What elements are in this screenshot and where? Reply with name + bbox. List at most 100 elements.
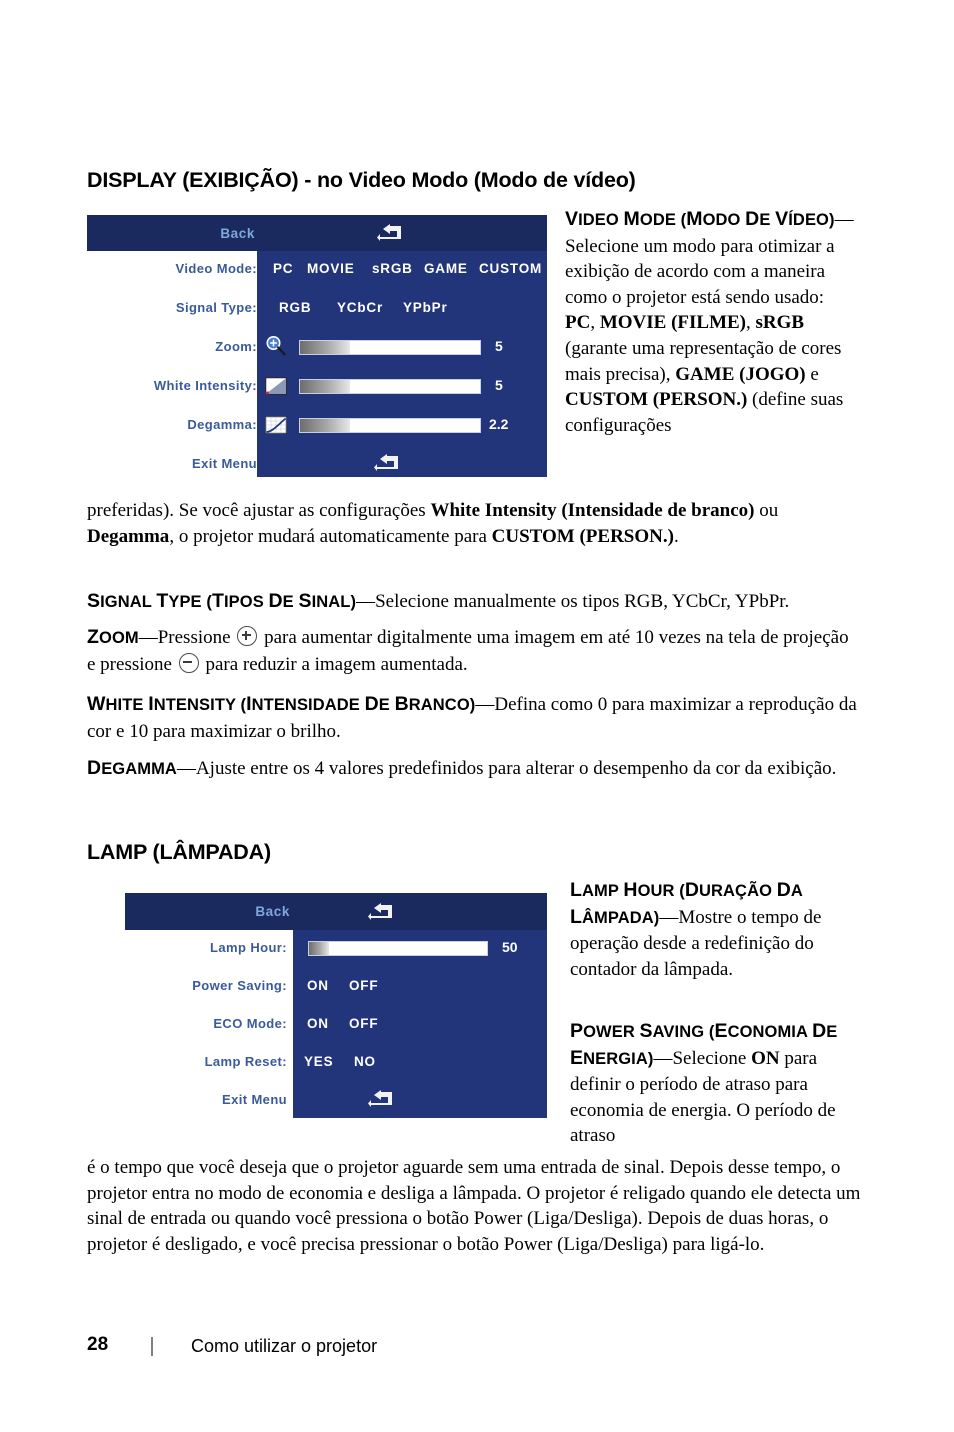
plus-key-icon: [237, 626, 258, 646]
osd-option-ycbcr[interactable]: YCbCr: [337, 300, 383, 315]
osd-option-srgb[interactable]: sRGB: [372, 261, 413, 276]
text-degamma: —Ajuste entre os 4 valores predefinidos …: [176, 758, 837, 779]
osd-option-power-saving-on[interactable]: ON: [307, 978, 329, 993]
text-cont-4: .: [673, 525, 679, 547]
paragraph-video-mode-continued: preferidas). Se você ajustar as configur…: [87, 498, 859, 549]
osd-row-video-mode: Video Mode: PC MOVIE sRGB GAME CUSTOM: [87, 251, 547, 289]
paragraph-power-saving: POWER SAVING (ECONOMIA DE ENERGIA)—Selec…: [570, 1019, 862, 1149]
osd-row-exit-menu[interactable]: Exit Menu: [87, 446, 547, 484]
osd-label-zoom: Zoom:: [215, 339, 257, 354]
paragraph-signal-type: SIGNAL TYPE (TIPOS DE SINAL)—Selecione m…: [87, 589, 859, 616]
term-zoom: ZOOM: [87, 626, 139, 648]
osd-row-exit-menu[interactable]: Exit Menu: [125, 1082, 547, 1120]
osd-option-lamp-reset-no[interactable]: NO: [354, 1054, 376, 1069]
term-degamma: DEGAMMA: [87, 757, 177, 779]
osd-header-bar: Back: [125, 893, 547, 930]
osd-label-signal-type: Signal Type:: [175, 300, 257, 315]
paragraph-zoom: ZOOM—Pressione para aumentar digitalment…: [87, 625, 859, 677]
footer-divider: [151, 1337, 153, 1356]
degamma-curve-icon: [265, 416, 287, 434]
paragraph-white-intensity: WHITE INTENSITY (INTENSIDADE DE BRANCO)—…: [87, 692, 859, 744]
paragraph-degamma: DEGAMMA—Ajuste entre os 4 valores predef…: [87, 756, 859, 783]
osd-option-pc[interactable]: PC: [273, 261, 293, 276]
osd-label-power-saving: Power Saving:: [192, 978, 287, 993]
footer-title: Como utilizar o projetor: [191, 1336, 378, 1356]
osd-row-lamp-hour: Lamp Hour: 50: [125, 930, 547, 968]
page-title-lamp: LAMP (LÂMPADA): [87, 840, 271, 864]
osd-slider-lamp-hour: [308, 941, 488, 956]
osd-option-eco-mode-off[interactable]: OFF: [349, 1016, 378, 1031]
text-power-saving-1: —Selecione: [653, 1047, 752, 1069]
osd-slider-fill: [300, 341, 351, 354]
osd-value-lamp-hour: 50: [502, 939, 518, 955]
return-arrow-icon: [377, 224, 401, 241]
osd-slider-fill: [300, 380, 351, 393]
osd-slider-degamma[interactable]: [299, 418, 481, 433]
osd-label-lamp-reset: Lamp Reset:: [204, 1054, 287, 1069]
osd-slider-fill: [300, 419, 351, 432]
bold-pc: PC: [565, 312, 591, 334]
osd-row-degamma: Degamma: 2.2: [87, 407, 547, 445]
osd-value-degamma: 2.2: [489, 416, 509, 432]
text-video-mode-3: ,: [746, 312, 756, 334]
text-video-mode-5: e: [805, 363, 819, 385]
osd-label-eco-mode: ECO Mode:: [213, 1016, 287, 1031]
osd-row-power-saving: Power Saving: ON OFF: [125, 968, 547, 1006]
paragraph-video-mode: VIDEO MODE (MODO DE VÍDEO)—Selecione um …: [565, 207, 857, 438]
osd-option-movie[interactable]: MOVIE: [307, 261, 355, 276]
osd-menu-display: Back Video Mode: PC MOVIE sRGB GAME CUST…: [87, 215, 547, 477]
minus-key-icon: [178, 652, 199, 673]
osd-option-eco-mode-on[interactable]: ON: [307, 1016, 329, 1031]
osd-option-power-saving-off[interactable]: OFF: [349, 978, 378, 993]
osd-slider-fill: [309, 942, 329, 955]
osd-value-zoom: 5: [495, 338, 503, 354]
osd-label-lamp-hour: Lamp Hour:: [210, 940, 287, 955]
document-page: DISPLAY (EXIBIÇÃO) - no Video Modo (Modo…: [0, 0, 954, 1432]
term-video-mode: VIDEO MODE (MODO DE VÍDEO): [565, 208, 835, 230]
osd-option-game[interactable]: GAME: [424, 261, 468, 276]
magnifier-plus-icon: [266, 336, 286, 356]
footer-page-number: 28: [87, 1334, 109, 1355]
osd-row-signal-type: Signal Type: RGB YCbCr YPbPr: [87, 290, 547, 328]
bold-game: GAME (JOGO): [675, 363, 806, 385]
osd-option-ypbpr[interactable]: YPbPr: [403, 300, 448, 315]
bold-on: ON: [751, 1047, 780, 1069]
return-arrow-icon: [368, 903, 392, 920]
osd-option-custom[interactable]: CUSTOM: [479, 261, 542, 276]
page-title-display: DISPLAY (EXIBIÇÃO) - no Video Modo (Modo…: [87, 168, 636, 192]
osd-row-lamp-reset: Lamp Reset: YES NO: [125, 1044, 547, 1082]
bold-srgb: sRGB: [755, 312, 805, 334]
text-video-mode-2: ,: [590, 312, 600, 334]
return-arrow-icon: [374, 454, 398, 471]
osd-label-video-mode: Video Mode:: [175, 261, 257, 276]
osd-back-label[interactable]: Back: [125, 904, 290, 919]
osd-option-rgb[interactable]: RGB: [279, 300, 311, 315]
osd-label-degamma: Degamma:: [187, 417, 257, 432]
bold-degamma: Degamma: [87, 525, 170, 547]
white-intensity-icon: [265, 377, 287, 395]
osd-label-exit-menu[interactable]: Exit Menu: [125, 1092, 287, 1107]
bold-custom: CUSTOM (PERSON.): [565, 389, 748, 411]
text-cont-2: ou: [754, 500, 779, 521]
osd-option-lamp-reset-yes[interactable]: YES: [304, 1054, 333, 1069]
osd-body: Lamp Hour: 50 Power Saving: ON OFF ECO M…: [125, 930, 547, 1118]
osd-back-label[interactable]: Back: [87, 226, 255, 241]
osd-label-white-intensity: White Intensity:: [153, 378, 257, 393]
osd-slider-zoom[interactable]: [299, 340, 481, 355]
paragraph-lamp-hour: LAMP HOUR (DURAÇÃO DA LÂMPADA)—Mostre o …: [570, 878, 860, 982]
text-zoom-3: para reduzir a imagem aumentada.: [200, 653, 468, 675]
osd-row-white-intensity: White Intensity: 5: [87, 368, 547, 406]
osd-row-eco-mode: ECO Mode: ON OFF: [125, 1006, 547, 1044]
osd-slider-white-intensity[interactable]: [299, 379, 481, 394]
text-signal-type: —Selecione manualmente os tipos RGB, YCb…: [356, 591, 790, 612]
term-white-intensity: WHITE INTENSITY (INTENSIDADE DE BRANCO): [87, 693, 476, 715]
bold-custom-person: CUSTOM (PERSON.): [491, 525, 674, 547]
osd-value-white-intensity: 5: [495, 377, 503, 393]
osd-label-exit-menu[interactable]: Exit Menu: [87, 456, 257, 471]
text-cont-3: , o projetor mudará automaticamente para: [169, 525, 492, 547]
paragraph-power-saving-continued: é o tempo que você deseja que o projetor…: [87, 1155, 862, 1257]
osd-row-zoom: Zoom: 5: [87, 329, 547, 367]
return-arrow-icon: [368, 1090, 392, 1107]
bold-movie: MOVIE (FILME): [599, 312, 747, 334]
text-cont-1: preferidas). Se você ajustar as configur…: [87, 500, 431, 521]
